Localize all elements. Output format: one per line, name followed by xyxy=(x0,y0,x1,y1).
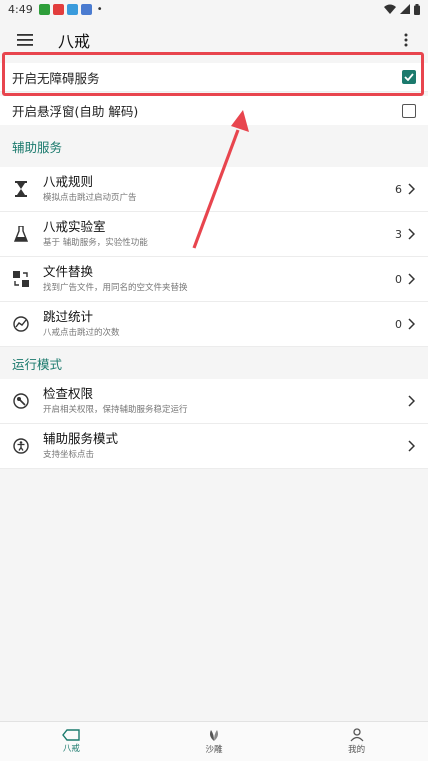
nav-tab-label: 我的 xyxy=(348,745,366,755)
list-item-title: 文件替换 xyxy=(43,264,94,279)
list-item-subtitle: 模拟点击跳过启动页广告 xyxy=(43,193,137,203)
notification-icon-3 xyxy=(66,3,78,15)
list-item-subtitle: 支持坐标点击 xyxy=(43,450,95,460)
chevron-right-icon xyxy=(406,439,416,453)
tag-icon xyxy=(62,729,81,741)
app-bar: 八戒 xyxy=(0,18,428,62)
floating-window-switch-label: 开启悬浮窗(自助 解码) xyxy=(12,104,139,119)
list-item-file-replace[interactable]: 文件替换 找到广告文件，用同名的空文件夹替换 0 xyxy=(0,257,428,302)
signal-icon xyxy=(400,4,410,14)
file-replace-icon xyxy=(12,270,30,288)
hamburger-icon xyxy=(17,34,33,46)
chevron-right-icon xyxy=(406,272,416,286)
list-item-title: 八戒实验室 xyxy=(43,219,106,234)
nav-tab-bajie[interactable]: 八戒 xyxy=(0,722,143,761)
battery-icon xyxy=(414,3,420,15)
list-item-title: 检查权限 xyxy=(43,386,94,401)
accessibility-icon xyxy=(12,437,30,455)
status-dot: • xyxy=(96,3,103,15)
check-icon xyxy=(404,73,414,81)
list-item-count: 3 xyxy=(395,227,402,241)
leaf-icon xyxy=(210,730,218,741)
list-item-title: 八戒规则 xyxy=(43,174,94,189)
list-item-subtitle: 八戒点击跳过的次数 xyxy=(43,328,120,338)
chevron-right-icon xyxy=(406,227,416,241)
status-time: 4:49 xyxy=(8,2,33,16)
list-item-skip-stats[interactable]: 跳过统计 八戒点击跳过的次数 0 xyxy=(0,302,428,347)
person-icon xyxy=(350,728,364,742)
stats-icon xyxy=(12,315,30,333)
accessibility-switch-row[interactable]: 开启无障碍服务 xyxy=(0,63,428,92)
wifi-icon xyxy=(384,4,396,14)
accessibility-switch-label: 开启无障碍服务 xyxy=(12,70,100,86)
list-item-check-permission[interactable]: 检查权限 开启相关权限，保持辅助服务稳定运行 xyxy=(0,379,428,424)
list-item-subtitle: 找到广告文件，用同名的空文件夹替换 xyxy=(43,283,188,293)
list-item-title: 辅助服务模式 xyxy=(43,431,119,446)
accessibility-checkbox[interactable] xyxy=(402,70,416,84)
hourglass-icon xyxy=(12,180,30,198)
list-item-count: 6 xyxy=(395,182,402,196)
chevron-right-icon xyxy=(406,394,416,408)
chevron-right-icon xyxy=(406,182,416,196)
nav-tab-mine[interactable]: 我的 xyxy=(285,722,428,761)
section-header-run-mode: 运行模式 xyxy=(12,356,63,372)
list-item-subtitle: 开启相关权限，保持辅助服务稳定运行 xyxy=(43,405,188,415)
list-item-rules[interactable]: 八戒规则 模拟点击跳过启动页广告 6 xyxy=(0,167,428,212)
permission-icon xyxy=(12,392,30,410)
list-item-assist-mode[interactable]: 辅助服务模式 支持坐标点击 xyxy=(0,424,428,469)
flask-icon xyxy=(12,225,30,243)
notification-icon-2 xyxy=(52,3,64,15)
list-item-lab[interactable]: 八戒实验室 基于 辅助服务，实验性功能 3 xyxy=(0,212,428,257)
list-item-title: 跳过统计 xyxy=(43,309,94,324)
app-title: 八戒 xyxy=(58,32,91,51)
floating-window-switch-row[interactable]: 开启悬浮窗(自助 解码) xyxy=(0,96,428,125)
nav-tab-label: 八戒 xyxy=(62,744,80,754)
chevron-right-icon xyxy=(406,317,416,331)
notification-icon-4 xyxy=(80,3,92,15)
list-item-subtitle: 基于 辅助服务，实验性功能 xyxy=(43,238,148,248)
more-options-button[interactable] xyxy=(396,27,416,53)
more-vert-icon xyxy=(404,33,408,47)
section-header-assist: 辅助服务 xyxy=(12,139,63,155)
notification-icon-1 xyxy=(38,3,50,15)
nav-tab-label: 沙雕 xyxy=(205,745,223,755)
nav-tab-shadiao[interactable]: 沙雕 xyxy=(143,722,286,761)
list-item-count: 0 xyxy=(395,272,402,286)
status-bar: 4:49 • xyxy=(0,0,428,18)
floating-window-checkbox[interactable] xyxy=(402,103,416,118)
bottom-nav: 八戒 沙雕 我的 xyxy=(0,721,428,761)
list-item-count: 0 xyxy=(395,317,402,331)
menu-button[interactable] xyxy=(12,27,38,53)
